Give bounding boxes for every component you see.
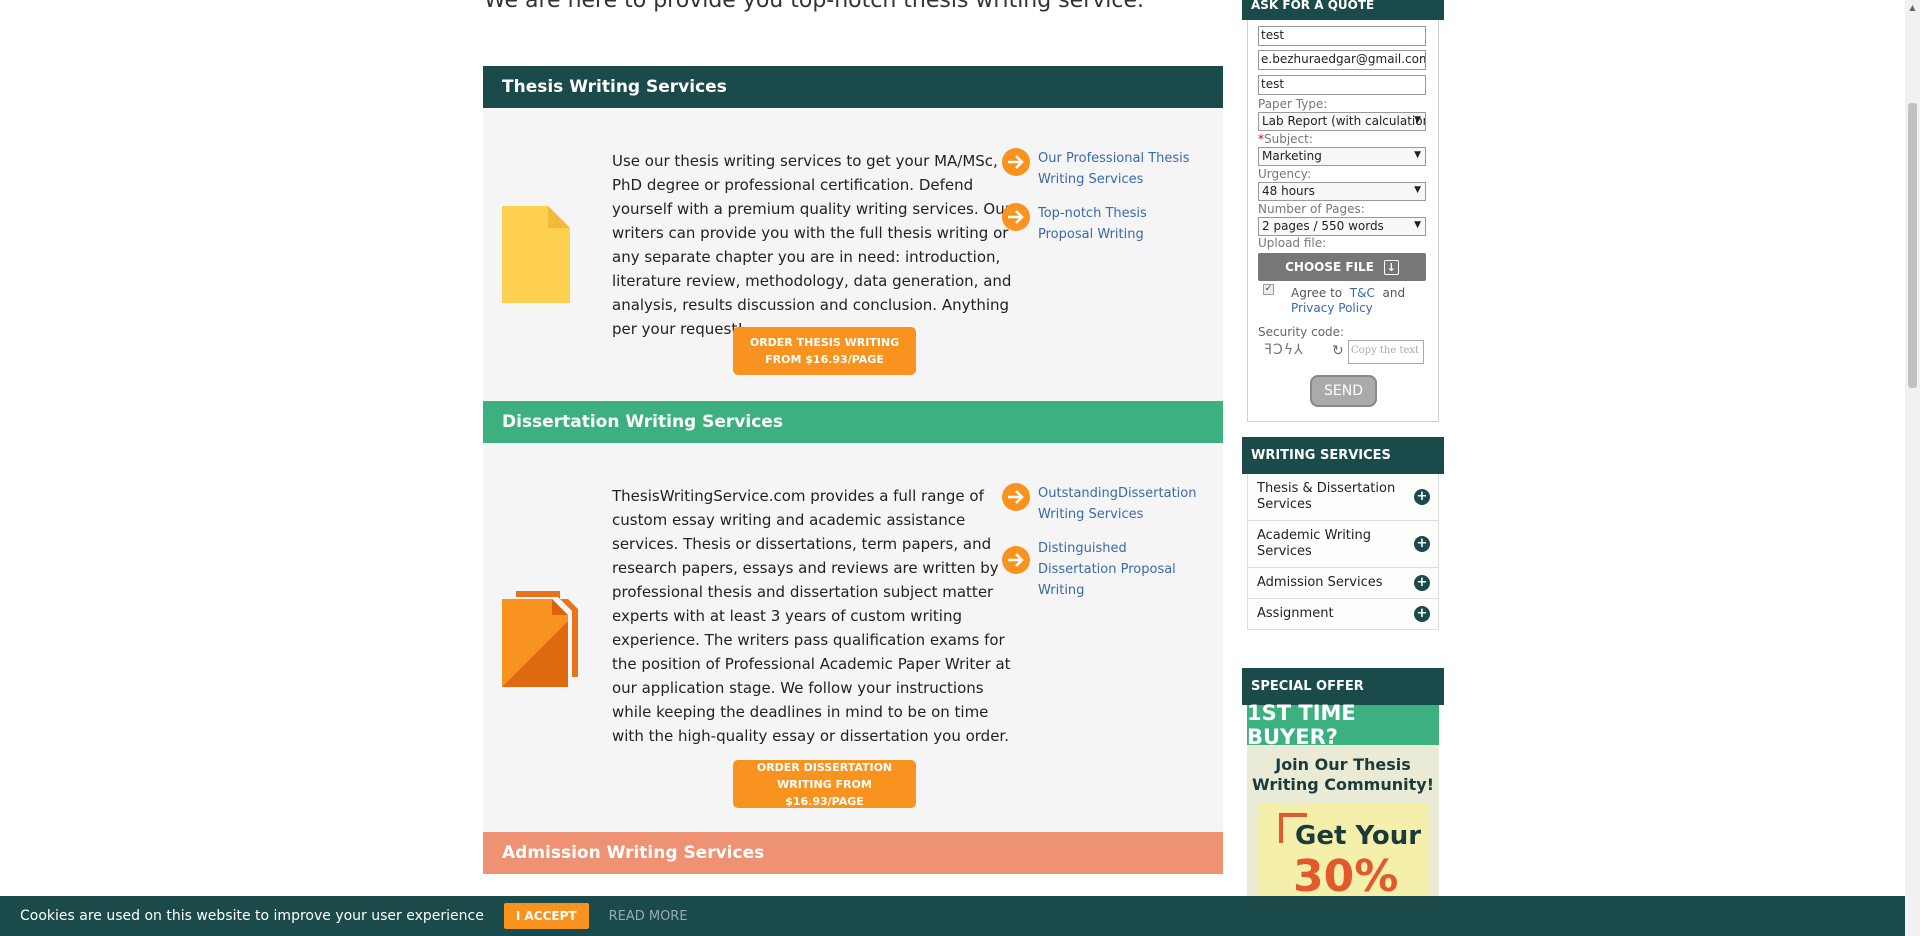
writing-services-list: Thesis & Dissertation Services + Academi…	[1247, 474, 1439, 630]
subject-label-text: Subject:	[1264, 132, 1313, 146]
plus-icon[interactable]: +	[1414, 606, 1430, 622]
chevron-down-icon: ▼	[1414, 150, 1421, 160]
join-community-text: Join Our Thesis Writing Community!	[1251, 755, 1434, 794]
choose-file-label: CHOOSE FILE	[1285, 260, 1374, 274]
arrow-right-icon	[1002, 203, 1030, 231]
writing-service-label: Academic Writing Services	[1257, 528, 1372, 559]
agree-and: and	[1382, 286, 1406, 300]
privacy-policy-link[interactable]: Privacy Policy	[1291, 301, 1373, 315]
refresh-icon[interactable]: ↻	[1332, 343, 1344, 359]
section-description: ThesisWritingService.com provides a full…	[612, 487, 1011, 745]
special-offer-heading: SPECIAL OFFER	[1242, 668, 1444, 705]
related-link[interactable]: Our Professional Thesis Writing Services	[1002, 148, 1202, 190]
choose-file-button[interactable]: CHOOSE FILE ↓	[1258, 253, 1426, 281]
scroll-up-arrow-icon[interactable]: ▲	[1905, 0, 1920, 15]
paper-type-value: Lab Report (with calculations)	[1262, 114, 1426, 128]
read-more-link[interactable]: READ MORE	[609, 909, 688, 924]
upload-label: Upload file:	[1258, 236, 1327, 250]
plus-icon[interactable]: +	[1414, 575, 1430, 591]
section-title: Dissertation Writing Services	[502, 412, 783, 432]
paper-type-select[interactable]: Lab Report (with calculations) ▼	[1258, 112, 1426, 131]
security-code-label: Security code:	[1258, 325, 1345, 339]
section-header-thesis: Thesis Writing Services	[483, 66, 1223, 108]
urgency-value: 48 hours	[1262, 184, 1315, 198]
pages-value: 2 pages / 550 words	[1262, 219, 1384, 233]
agree-prefix: Agree to	[1291, 286, 1343, 300]
accept-cookies-button[interactable]: I ACCEPT	[503, 903, 589, 929]
quote-form: test e.bezhuraedgar@gmail.com test Paper…	[1247, 20, 1439, 422]
security-code-input[interactable]: Copy the text	[1348, 340, 1424, 364]
writing-service-item[interactable]: Thesis & Dissertation Services +	[1248, 474, 1438, 521]
document-icon	[502, 206, 570, 307]
get-your-text: Get Your	[1295, 821, 1422, 851]
arrow-right-icon	[1002, 483, 1030, 511]
writing-services-heading: WRITING SERVICES	[1242, 437, 1444, 474]
cookie-bar: Cookies are used on this website to impr…	[0, 896, 1905, 936]
section-body-dissertation: ThesisWritingService.com provides a full…	[483, 443, 1223, 832]
scrollbar-thumb[interactable]	[1908, 103, 1917, 388]
email-field[interactable]: e.bezhuraedgar@gmail.com	[1258, 50, 1426, 70]
captcha-image: ꟻƆϟ⅄	[1264, 342, 1304, 358]
related-link[interactable]: Distinguished Dissertation Proposal Writ…	[1002, 538, 1202, 601]
link-thesis-proposal[interactable]: Top-notch Thesis Proposal Writing	[1038, 203, 1202, 245]
section-body-thesis: Use our thesis writing services to get y…	[483, 108, 1223, 401]
related-link[interactable]: OutstandingDissertation Writing Services	[1002, 483, 1202, 525]
send-button[interactable]: SEND	[1310, 375, 1377, 407]
writing-service-label: Thesis & Dissertation Services	[1257, 481, 1396, 512]
discount-percent: 30%	[1293, 851, 1399, 902]
subject-label: *Subject:	[1258, 132, 1313, 146]
cookie-message: Cookies are used on this website to impr…	[20, 908, 484, 924]
plus-icon[interactable]: +	[1414, 489, 1430, 505]
related-link[interactable]: Top-notch Thesis Proposal Writing	[1002, 203, 1202, 245]
related-links: Our Professional Thesis Writing Services…	[1002, 148, 1202, 258]
pages-select[interactable]: 2 pages / 550 words ▼	[1258, 217, 1426, 236]
writing-service-item[interactable]: Assignment +	[1248, 599, 1438, 630]
writing-service-item[interactable]: Admission Services +	[1248, 568, 1438, 599]
urgency-label: Urgency:	[1258, 167, 1311, 181]
paper-type-label: Paper Type:	[1258, 97, 1328, 111]
order-dissertation-button[interactable]: ORDER DISSERTATION WRITING FROM $16.93/P…	[733, 760, 916, 808]
quote-heading: ASK FOR A QUOTE	[1242, 0, 1444, 20]
writing-service-item[interactable]: Academic Writing Services +	[1248, 521, 1438, 568]
arrow-right-icon	[1002, 148, 1030, 176]
tc-link[interactable]: T&C	[1350, 286, 1375, 300]
section-title: Thesis Writing Services	[502, 77, 727, 97]
subject-value: Marketing	[1262, 149, 1322, 163]
documents-stack-icon	[502, 591, 578, 691]
section-header-admission: Admission Writing Services	[483, 832, 1223, 874]
vertical-scrollbar[interactable]: ▲	[1905, 0, 1920, 936]
upload-icon: ↓	[1383, 259, 1399, 275]
order-thesis-button[interactable]: ORDER THESIS WRITING FROM $16.93/PAGE	[733, 327, 916, 375]
section-header-dissertation: Dissertation Writing Services	[483, 401, 1223, 443]
name-field[interactable]: test	[1258, 26, 1426, 46]
writing-service-label: Admission Services	[1257, 575, 1383, 590]
section-description: Use our thesis writing services to get y…	[612, 152, 1012, 338]
intro-text: We are here to provide you top-notch the…	[484, 0, 1145, 13]
arrow-right-icon	[1002, 546, 1030, 574]
subject-select[interactable]: Marketing ▼	[1258, 147, 1426, 166]
phone-field[interactable]: test	[1258, 75, 1426, 95]
first-time-buyer-band: 1ST TIME BUYER?	[1247, 701, 1439, 749]
chevron-down-icon: ▼	[1414, 185, 1421, 195]
agree-checkbox[interactable]: ✓	[1263, 284, 1274, 295]
plus-icon[interactable]: +	[1414, 536, 1430, 552]
link-dissertation-proposal[interactable]: Distinguished Dissertation Proposal Writ…	[1038, 538, 1202, 601]
link-outstanding-dissertation[interactable]: OutstandingDissertation Writing Services	[1038, 483, 1202, 525]
chevron-down-icon: ▼	[1414, 115, 1421, 125]
related-links: OutstandingDissertation Writing Services…	[1002, 483, 1202, 614]
writing-service-label: Assignment	[1257, 606, 1334, 621]
link-professional-thesis[interactable]: Our Professional Thesis Writing Services	[1038, 148, 1202, 190]
special-offer-banner[interactable]: 1ST TIME BUYER? Join Our Thesis Writing …	[1247, 701, 1439, 913]
section-title: Admission Writing Services	[502, 843, 765, 863]
chevron-down-icon: ▼	[1414, 220, 1421, 230]
pages-label: Number of Pages:	[1258, 202, 1365, 216]
urgency-select[interactable]: 48 hours ▼	[1258, 182, 1426, 201]
main-content: Thesis Writing Services Use our thesis w…	[483, 66, 1223, 874]
